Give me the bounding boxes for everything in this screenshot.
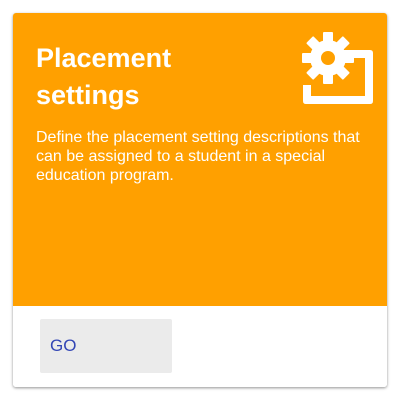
card-footer: GO xyxy=(13,306,387,387)
card-description: Define the placement setting description… xyxy=(36,129,360,184)
placement-settings-card: Placement settings Define the placement … xyxy=(13,13,387,387)
card-header: Placement settings Define the placement … xyxy=(13,13,387,306)
card-title: Placement settings xyxy=(36,43,172,110)
go-button[interactable]: GO xyxy=(40,319,172,373)
settings-applications-icon xyxy=(296,27,376,105)
